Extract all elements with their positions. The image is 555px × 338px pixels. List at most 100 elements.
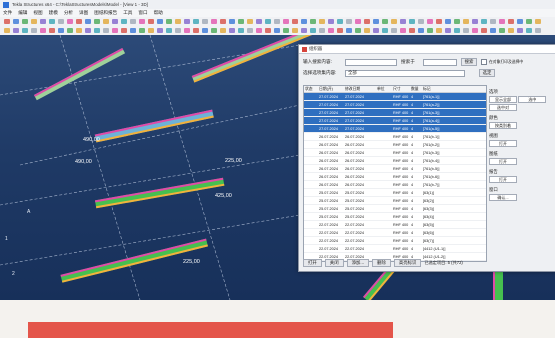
toolbar-button-icon[interactable]: [238, 19, 244, 24]
table-row[interactable]: 25.07.2024 25.07.2024 RHF 400 4 [63(3)]: [304, 205, 486, 213]
toolbar-button-icon[interactable]: [319, 19, 325, 24]
table-row[interactable]: 22.07.2024 22.07.2024 RHF 400 4 [63(6)]: [304, 229, 486, 237]
toolbar-button-icon[interactable]: [166, 28, 172, 33]
search-input[interactable]: [345, 58, 397, 66]
toolbar-button-icon[interactable]: [517, 28, 523, 33]
toolbar-button-icon[interactable]: [13, 28, 19, 33]
menu-edit[interactable]: 编辑: [15, 10, 30, 16]
toolbar-button-icon[interactable]: [364, 19, 370, 24]
toolbar-button-icon[interactable]: [337, 19, 343, 24]
table-row[interactable]: 26.07.2024 26.07.2024 RHF 400 4 [761(b-3)]: [304, 149, 486, 157]
toolbar-button-icon[interactable]: [418, 19, 424, 24]
toolbar-button-icon[interactable]: [382, 19, 388, 24]
toolbar-button-icon[interactable]: [283, 28, 289, 33]
toolbar-button-icon[interactable]: [193, 28, 199, 33]
option-checkbox[interactable]: [481, 59, 487, 65]
toolbar-button-icon[interactable]: [211, 28, 217, 33]
table-row[interactable]: 27.07.2024 27.07.2024 RHF 400 4 [761(a-1)]: [304, 93, 486, 101]
menu-help[interactable]: 帮助: [151, 10, 166, 16]
table-row[interactable]: 27.07.2024 27.07.2024 RHF 400 4 [761(a-3)]: [304, 109, 486, 117]
toolbar-button-icon[interactable]: [76, 19, 82, 24]
toolbar-button-icon[interactable]: [409, 28, 415, 33]
close-button[interactable]: 关闭: [324, 259, 344, 267]
toolbar-button-icon[interactable]: [121, 28, 127, 33]
table-row[interactable]: 26.07.2024 26.07.2024 RHF 400 4 [761(b-2)]: [304, 141, 486, 149]
toolbar-button-icon[interactable]: [418, 28, 424, 33]
table-row[interactable]: 26.07.2024 26.07.2024 RHF 400 4 [761(b-5)]: [304, 165, 486, 173]
table-row[interactable]: 27.07.2024 27.07.2024 RHF 400 4 [761(a-5)]: [304, 125, 486, 133]
toolbar-button-icon[interactable]: [481, 28, 487, 33]
column-header[interactable]: 日期(开): [318, 86, 344, 92]
toolbar-button-icon[interactable]: [526, 28, 532, 33]
toolbar-button-icon[interactable]: [22, 28, 28, 33]
menu-file[interactable]: 文件: [0, 10, 15, 16]
menu-analysis[interactable]: 分析: [61, 10, 76, 16]
table-row[interactable]: 22.07.2024 22.07.2024 RHF 400 4 [63(5)]: [304, 221, 486, 229]
toolbar-button-icon[interactable]: [535, 19, 541, 24]
toolbar-button-icon[interactable]: [490, 28, 496, 33]
toolbar-button-icon[interactable]: [85, 19, 91, 24]
toolbar-button-icon[interactable]: [445, 28, 451, 33]
toolbar-button-icon[interactable]: [526, 19, 532, 24]
confirm-button[interactable]: 确认...: [489, 194, 517, 201]
menu-tools[interactable]: 工具: [120, 10, 135, 16]
toolbar-button-icon[interactable]: [274, 19, 280, 24]
table-row[interactable]: 25.07.2024 25.07.2024 RHF 400 4 [63(1)]: [304, 189, 486, 197]
toolbar-button-icon[interactable]: [373, 28, 379, 33]
toolbar-button-icon[interactable]: [472, 28, 478, 33]
table-row[interactable]: 27.07.2024 27.07.2024 RHF 400 4 [761(a-2)]: [304, 101, 486, 109]
toolbar-button-icon[interactable]: [67, 28, 73, 33]
column-header[interactable]: 修改日期: [344, 86, 376, 92]
toolbar-button-icon[interactable]: [175, 19, 181, 24]
toolbar-button-icon[interactable]: [436, 19, 442, 24]
toolbar-button-icon[interactable]: [247, 19, 253, 24]
apply-button[interactable]: 选定: [479, 69, 495, 77]
add-button[interactable]: 添加...: [346, 259, 370, 267]
toolbar-button-icon[interactable]: [130, 28, 136, 33]
toolbar-button-icon[interactable]: [292, 19, 298, 24]
menu-model[interactable]: 建模: [46, 10, 61, 16]
column-header[interactable]: 标记: [422, 86, 482, 92]
toolbar-button-icon[interactable]: [139, 28, 145, 33]
toolbar-button-icon[interactable]: [490, 19, 496, 24]
toolbar-button-icon[interactable]: [40, 19, 46, 24]
toolbar-button-icon[interactable]: [499, 19, 505, 24]
toolbar-button-icon[interactable]: [481, 19, 487, 24]
toolbar-button-icon[interactable]: [58, 19, 64, 24]
toolbar-button-icon[interactable]: [508, 19, 514, 24]
toolbar-button-icon[interactable]: [229, 19, 235, 24]
toolbar-button-icon[interactable]: [409, 19, 415, 24]
toolbar-button-icon[interactable]: [355, 28, 361, 33]
toolbar-button-icon[interactable]: [355, 19, 361, 24]
table-row[interactable]: 25.07.2024 25.07.2024 RHF 400 4 [63(4)]: [304, 213, 486, 221]
column-header[interactable]: 状态: [304, 86, 318, 92]
toolbar-button-icon[interactable]: [535, 28, 541, 33]
toolbar-button-icon[interactable]: [121, 19, 127, 24]
toolbar-button-icon[interactable]: [256, 28, 262, 33]
table-row[interactable]: 22.07.2024 22.07.2024 RHF 400 4 [63(7)]: [304, 237, 486, 245]
highlight-button[interactable]: 高亮标识: [393, 259, 422, 267]
column-header[interactable]: 单位: [376, 86, 392, 92]
toolbar-button-icon[interactable]: [202, 28, 208, 33]
toolbar-button-icon[interactable]: [463, 28, 469, 33]
menu-window[interactable]: 窗口: [135, 10, 150, 16]
toolbar-button-icon[interactable]: [346, 19, 352, 24]
color-by-category-button[interactable]: 按类别着: [489, 122, 517, 129]
toolbar-button-icon[interactable]: [400, 19, 406, 24]
toolbar-button-icon[interactable]: [391, 28, 397, 33]
toolbar-button-icon[interactable]: [76, 28, 82, 33]
toolbar-button-icon[interactable]: [157, 28, 163, 33]
search-button[interactable]: 搜索: [461, 58, 477, 66]
column-header[interactable]: 尺寸: [392, 86, 410, 92]
toolbar-button-icon[interactable]: [274, 28, 280, 33]
toolbar-button-icon[interactable]: [58, 28, 64, 33]
drawing-open-button[interactable]: 打开: [489, 158, 517, 165]
toolbar-button-icon[interactable]: [22, 19, 28, 24]
toolbar-button-icon[interactable]: [85, 28, 91, 33]
toolbar-button-icon[interactable]: [427, 19, 433, 24]
toolbar-button-icon[interactable]: [112, 28, 118, 33]
toolbar-button-icon[interactable]: [265, 28, 271, 33]
toolbar-button-icon[interactable]: [103, 28, 109, 33]
toolbar-button-icon[interactable]: [373, 19, 379, 24]
toolbar-button-icon[interactable]: [454, 28, 460, 33]
